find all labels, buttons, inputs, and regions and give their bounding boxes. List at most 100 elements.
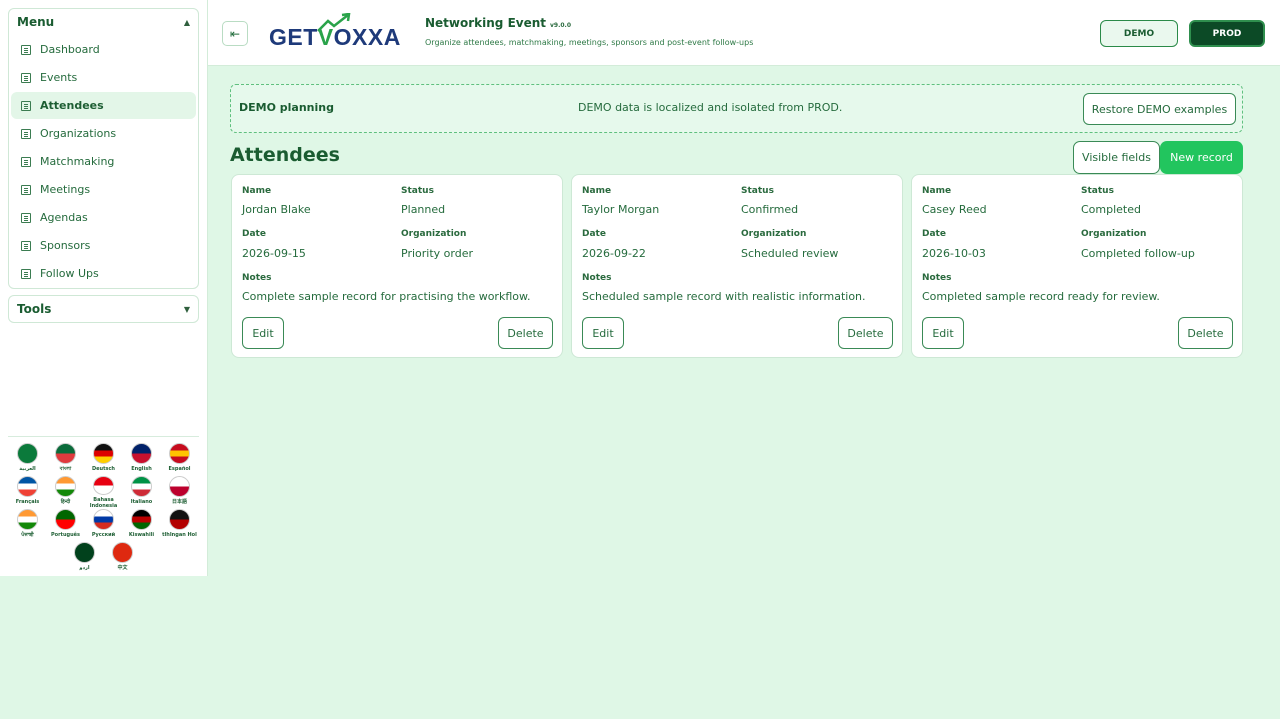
sidebar-item-agendas[interactable]: Agendas	[11, 204, 196, 231]
list-icon	[21, 156, 31, 167]
app-subtitle: Organize attendees, matchmaking, meeting…	[425, 38, 754, 47]
language-label: اردو	[79, 565, 90, 571]
flag-icon	[169, 509, 190, 530]
flag-icon	[55, 476, 76, 497]
demo-button[interactable]: DEMO	[1100, 20, 1178, 47]
language-option[interactable]: Français	[9, 476, 47, 509]
name-value: Jordan Blake	[242, 203, 311, 216]
status-value: Completed	[1081, 203, 1141, 216]
sidebar-item-label: Follow Ups	[40, 267, 99, 280]
language-option[interactable]: English	[123, 443, 161, 476]
language-option[interactable]: 日本語	[161, 476, 199, 509]
delete-button[interactable]: Delete	[498, 317, 553, 349]
flag-icon	[169, 476, 190, 497]
notes-value: Completed sample record ready for review…	[922, 290, 1160, 303]
visible-fields-button[interactable]: Visible fields	[1073, 141, 1160, 174]
prod-button[interactable]: PROD	[1189, 20, 1265, 47]
date-value: 2026-09-15	[242, 247, 306, 260]
list-icon	[21, 240, 31, 251]
sidebar-item-label: Attendees	[40, 99, 104, 112]
sidebar-item-follow-ups[interactable]: Follow Ups	[11, 260, 196, 287]
new-record-button[interactable]: New record	[1160, 141, 1243, 174]
sidebar-item-attendees[interactable]: Attendees	[11, 92, 196, 119]
language-option[interactable]: Español	[161, 443, 199, 476]
delete-button[interactable]: Delete	[1178, 317, 1233, 349]
sidebar-item-label: Events	[40, 71, 78, 84]
app-title: Networking Event v9.0.0	[425, 16, 571, 30]
menu-panel-header[interactable]: Menu ▲	[9, 9, 198, 35]
language-option[interactable]: اردو	[66, 542, 104, 575]
menu-panel: Menu ▲ Dashboard Events Attendees Organizat…	[8, 8, 199, 289]
sidebar-item-sponsors[interactable]: Sponsors	[11, 232, 196, 259]
status-label: Status	[741, 186, 774, 196]
language-option[interactable]: ਪੰਜਾਬੀ	[9, 509, 47, 542]
notes-value: Complete sample record for practising th…	[242, 290, 531, 303]
chevron-up-icon: ▲	[183, 17, 190, 27]
tools-panel: Tools ▼	[8, 295, 199, 323]
edit-button[interactable]: Edit	[582, 317, 624, 349]
sidebar-item-matchmaking[interactable]: Matchmaking	[11, 148, 196, 175]
attendee-card: Name Casey Reed Status Completed Date 2026-10…	[911, 174, 1243, 358]
language-label: বাংলা	[59, 466, 72, 472]
language-option[interactable]: हिन्दी	[47, 476, 85, 509]
edit-button[interactable]: Edit	[242, 317, 284, 349]
language-label: Français	[15, 499, 40, 505]
flag-icon	[17, 476, 38, 497]
flag-icon	[131, 509, 152, 530]
language-label: Italiano	[130, 499, 153, 505]
language-label: 中文	[117, 565, 128, 571]
sidebar-item-dashboard[interactable]: Dashboard	[11, 36, 196, 63]
restore-demo-button[interactable]: Restore DEMO examples	[1083, 93, 1236, 125]
organization-value: Priority order	[401, 247, 473, 260]
collapse-sidebar-icon: ⇤	[229, 26, 241, 41]
delete-button[interactable]: Delete	[838, 317, 893, 349]
list-icon	[21, 128, 31, 139]
attendee-card: Name Jordan Blake Status Planned Date 2026-09…	[231, 174, 563, 358]
language-option[interactable]: tlhIngan Hol	[161, 509, 199, 542]
language-option[interactable]: العربية	[9, 443, 47, 476]
language-option[interactable]: Deutsch	[85, 443, 123, 476]
notes-value: Scheduled sample record with realistic i…	[582, 290, 866, 303]
language-label: Bahasa Indonesia	[89, 497, 118, 509]
logo-prefix: GET	[269, 24, 318, 50]
language-option[interactable]: Italiano	[123, 476, 161, 509]
list-icon	[21, 268, 31, 279]
flag-icon	[169, 443, 190, 464]
edit-button[interactable]: Edit	[922, 317, 964, 349]
menu-title: Menu	[17, 15, 55, 29]
flag-icon	[131, 443, 152, 464]
chevron-down-icon: ▼	[183, 304, 190, 314]
flag-icon	[17, 509, 38, 530]
demo-notice: DEMO planning DEMO data is localized and…	[230, 84, 1243, 133]
sidebar: Menu ▲ Dashboard Events Attendees Organizat…	[0, 0, 208, 576]
sidebar-item-events[interactable]: Events	[11, 64, 196, 91]
language-label: 日本語	[171, 499, 187, 505]
language-option[interactable]: Русский	[85, 509, 123, 542]
language-option[interactable]: 中文	[104, 542, 142, 575]
flag-icon	[112, 542, 133, 563]
flag-icon	[93, 476, 114, 495]
sidebar-toggle-button[interactable]: ⇤	[222, 21, 248, 46]
organization-label: Organization	[1081, 229, 1147, 239]
language-option[interactable]: Kiswahili	[123, 509, 161, 542]
language-label: Kiswahili	[128, 532, 155, 538]
sidebar-item-label: Meetings	[40, 183, 91, 196]
tools-panel-header[interactable]: Tools ▼	[9, 296, 198, 322]
language-label: English	[131, 466, 152, 472]
sidebar-item-label: Organizations	[40, 127, 117, 140]
language-option[interactable]: Português	[47, 509, 85, 542]
language-label: हिन्दी	[60, 499, 71, 505]
flag-icon	[93, 443, 114, 464]
language-label: Deutsch	[92, 466, 115, 472]
flag-icon	[74, 542, 95, 563]
notes-label: Notes	[922, 273, 952, 283]
name-label: Name	[242, 186, 272, 196]
sidebar-item-label: Matchmaking	[40, 155, 115, 168]
sidebar-item-meetings[interactable]: Meetings	[11, 176, 196, 203]
language-option[interactable]: বাংলা	[47, 443, 85, 476]
list-icon	[21, 184, 31, 195]
list-icon	[21, 72, 31, 83]
sidebar-item-organizations[interactable]: Organizations	[11, 120, 196, 147]
language-option[interactable]: Bahasa Indonesia	[85, 476, 123, 509]
logo: GETVOXXA	[269, 24, 401, 51]
